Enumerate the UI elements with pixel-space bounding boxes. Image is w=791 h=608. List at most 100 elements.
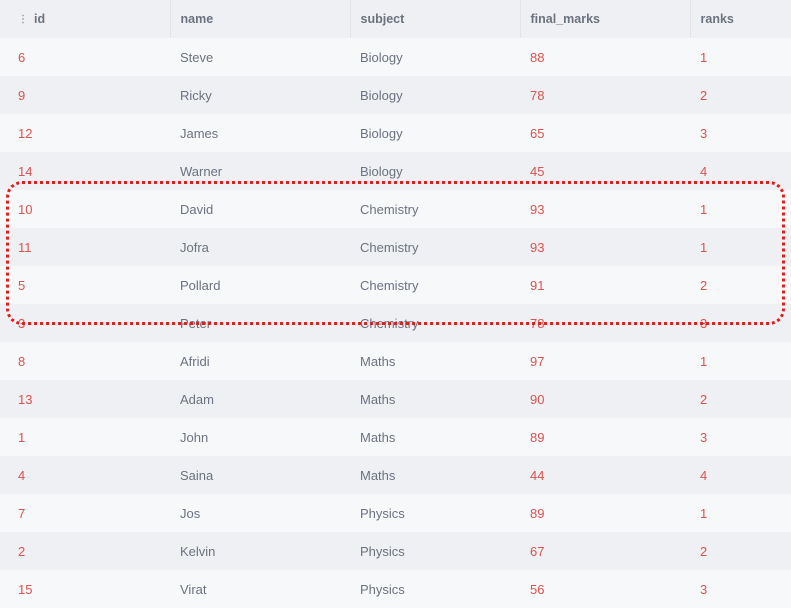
cell-name: John [170,418,350,456]
cell-final-marks: 56 [520,570,690,608]
cell-subject: Biology [350,114,520,152]
table-row: 15ViratPhysics563 [0,570,791,608]
col-header-name[interactable]: name [170,0,350,38]
cell-final-marks: 78 [520,76,690,114]
col-header-ranks[interactable]: ranks [690,0,791,38]
header-row: ⋮ id name subject final_marks ranks [0,0,791,38]
table-row: 14WarnerBiology454 [0,152,791,190]
cell-ranks: 4 [690,152,791,190]
col-header-id[interactable]: ⋮ id [0,0,170,38]
cell-final-marks: 65 [520,114,690,152]
cell-ranks: 3 [690,304,791,342]
cell-final-marks: 91 [520,266,690,304]
cell-ranks: 2 [690,380,791,418]
cell-subject: Biology [350,152,520,190]
cell-ranks: 1 [690,228,791,266]
cell-id: 6 [0,38,170,76]
cell-final-marks: 93 [520,228,690,266]
cell-name: Jofra [170,228,350,266]
table-row: 10DavidChemistry931 [0,190,791,228]
cell-ranks: 1 [690,38,791,76]
cell-final-marks: 67 [520,532,690,570]
cell-id: 12 [0,114,170,152]
cell-id: 15 [0,570,170,608]
cell-name: Warner [170,152,350,190]
cell-id: 2 [0,532,170,570]
cell-subject: Chemistry [350,266,520,304]
cell-subject: Chemistry [350,304,520,342]
table-row: 8AfridiMaths971 [0,342,791,380]
col-label: final_marks [531,12,600,26]
cell-name: Steve [170,38,350,76]
cell-id: 1 [0,418,170,456]
cell-name: Adam [170,380,350,418]
table-row: 7JosPhysics891 [0,494,791,532]
table-header: ⋮ id name subject final_marks ranks [0,0,791,38]
cell-subject: Physics [350,532,520,570]
table-row: 6SteveBiology881 [0,38,791,76]
cell-id: 9 [0,76,170,114]
col-label: subject [361,12,405,26]
table-row: 3PeterChemistry783 [0,304,791,342]
cell-ranks: 3 [690,114,791,152]
table-row: 12JamesBiology653 [0,114,791,152]
cell-final-marks: 44 [520,456,690,494]
cell-id: 14 [0,152,170,190]
cell-ranks: 3 [690,418,791,456]
col-label: name [181,12,214,26]
cell-ranks: 2 [690,266,791,304]
col-header-final-marks[interactable]: final_marks [520,0,690,38]
col-label: id [34,12,45,26]
data-table: ⋮ id name subject final_marks ranks 6Stev… [0,0,791,608]
cell-ranks: 3 [690,570,791,608]
cell-final-marks: 89 [520,494,690,532]
sort-icon: ⋮ [18,16,28,24]
cell-name: Kelvin [170,532,350,570]
cell-id: 4 [0,456,170,494]
cell-subject: Biology [350,76,520,114]
cell-name: Pollard [170,266,350,304]
cell-id: 10 [0,190,170,228]
cell-final-marks: 90 [520,380,690,418]
cell-final-marks: 89 [520,418,690,456]
cell-id: 11 [0,228,170,266]
cell-final-marks: 45 [520,152,690,190]
cell-id: 3 [0,304,170,342]
cell-id: 8 [0,342,170,380]
cell-subject: Biology [350,38,520,76]
cell-name: David [170,190,350,228]
cell-ranks: 1 [690,494,791,532]
cell-id: 13 [0,380,170,418]
table-row: 4SainaMaths444 [0,456,791,494]
cell-final-marks: 78 [520,304,690,342]
cell-final-marks: 88 [520,38,690,76]
cell-name: Virat [170,570,350,608]
cell-name: Ricky [170,76,350,114]
cell-ranks: 2 [690,532,791,570]
cell-final-marks: 97 [520,342,690,380]
cell-name: Saina [170,456,350,494]
col-header-subject[interactable]: subject [350,0,520,38]
table-row: 9RickyBiology782 [0,76,791,114]
cell-ranks: 1 [690,342,791,380]
col-label: ranks [701,12,734,26]
cell-name: Afridi [170,342,350,380]
cell-name: James [170,114,350,152]
cell-ranks: 4 [690,456,791,494]
cell-name: Jos [170,494,350,532]
cell-final-marks: 93 [520,190,690,228]
table-row: 11JofraChemistry931 [0,228,791,266]
cell-subject: Chemistry [350,228,520,266]
cell-subject: Maths [350,418,520,456]
cell-subject: Maths [350,456,520,494]
table-row: 13AdamMaths902 [0,380,791,418]
table-row: 2KelvinPhysics672 [0,532,791,570]
cell-subject: Physics [350,494,520,532]
cell-id: 7 [0,494,170,532]
table-row: 5PollardChemistry912 [0,266,791,304]
cell-subject: Physics [350,570,520,608]
cell-subject: Chemistry [350,190,520,228]
cell-name: Peter [170,304,350,342]
cell-subject: Maths [350,342,520,380]
cell-ranks: 2 [690,76,791,114]
